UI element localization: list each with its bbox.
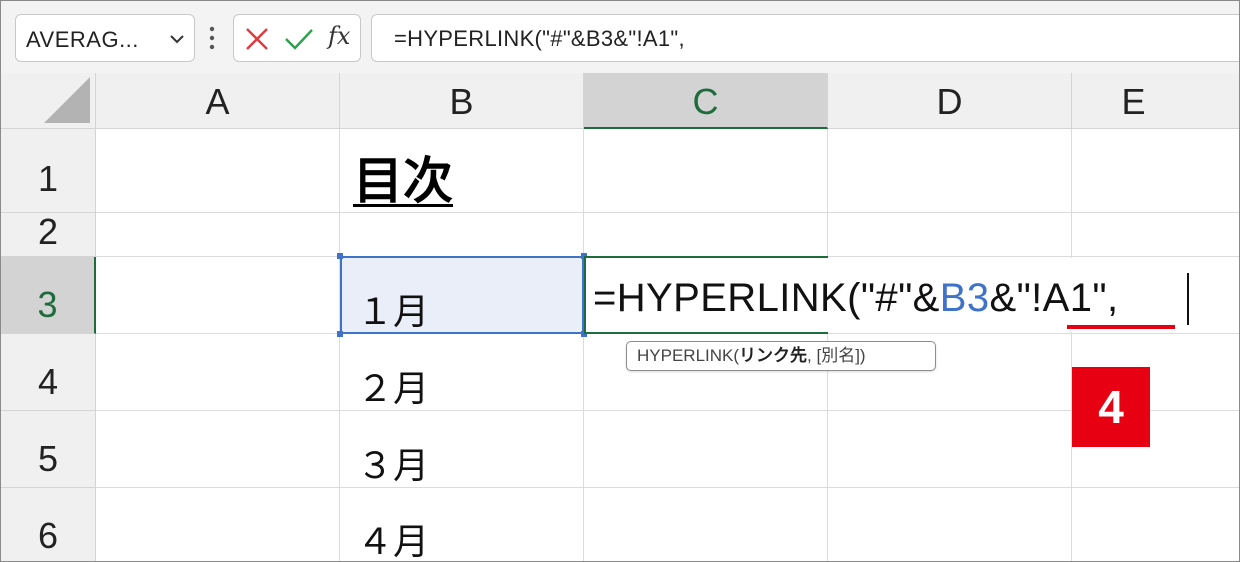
cell-d1[interactable] (828, 129, 1072, 213)
name-box[interactable]: AVERAG... (15, 14, 195, 62)
row-header-1[interactable]: 1 (1, 129, 96, 213)
annotation-underline (1067, 325, 1175, 329)
in-cell-formula-part1: =HYPERLINK("#"& (593, 276, 940, 320)
function-argument-tooltip[interactable]: HYPERLINK(リンク先, [別名]) (626, 341, 936, 371)
formula-text: =HYPERLINK("#"&B3&"!A1", (394, 26, 685, 51)
cell-b3-value: １月 (357, 292, 430, 333)
tooltip-rest: , [別名]) (807, 346, 866, 365)
row-header-4[interactable]: 4 (1, 334, 96, 411)
cell-d2[interactable] (828, 213, 1072, 257)
cell-e1[interactable] (1072, 129, 1239, 213)
cell-d5[interactable] (828, 411, 1072, 488)
formula-bar: AVERAG... fx =HYPERLINK("#"&B3&"!A1", (1, 1, 1239, 73)
in-cell-formula-part2: &"!A1", (989, 276, 1119, 320)
cell-b4-value: ２月 (357, 369, 430, 410)
cell-a3[interactable] (96, 257, 340, 334)
name-box-value: AVERAG... (26, 27, 139, 52)
enter-check-icon[interactable] (284, 26, 314, 52)
column-header-c[interactable]: C (584, 73, 828, 129)
row-header-5[interactable]: 5 (1, 411, 96, 488)
in-cell-formula-ref: B3 (939, 276, 990, 320)
cell-c6[interactable] (584, 488, 828, 561)
column-header-b[interactable]: B (340, 73, 584, 129)
cell-a4[interactable] (96, 334, 340, 411)
column-header-a[interactable]: A (96, 73, 340, 129)
cell-c5[interactable] (584, 411, 828, 488)
cell-b6-value: ４月 (357, 522, 430, 562)
cell-e6[interactable] (1072, 488, 1239, 561)
formula-buttons: fx (233, 14, 361, 62)
cell-a2[interactable] (96, 213, 340, 257)
chevron-down-icon[interactable] (168, 30, 186, 48)
more-options-icon[interactable] (208, 23, 216, 53)
excel-window: AVERAG... fx =HYPERLINK("#"&B3&"!A1", A … (0, 0, 1240, 562)
cell-c2[interactable] (584, 213, 828, 257)
row-header-3[interactable]: 3 (1, 257, 96, 334)
text-caret (1187, 273, 1189, 325)
cell-b2[interactable] (340, 213, 584, 257)
cell-d6[interactable] (828, 488, 1072, 561)
ref-handle-bottom-left[interactable] (337, 331, 343, 337)
formula-input[interactable]: =HYPERLINK("#"&B3&"!A1", (371, 14, 1239, 62)
cell-a5[interactable] (96, 411, 340, 488)
toc-title: 目次 (353, 152, 453, 210)
cell-a1[interactable] (96, 129, 340, 213)
tooltip-current-arg: リンク先 (739, 346, 808, 365)
step-number-badge: 4 (1072, 367, 1150, 447)
tooltip-func: HYPERLINK( (637, 346, 740, 365)
column-header-d[interactable]: D (828, 73, 1072, 129)
cancel-icon[interactable] (244, 26, 270, 52)
cell-a6[interactable] (96, 488, 340, 561)
row-header-2[interactable]: 2 (1, 213, 96, 257)
insert-function-icon[interactable]: fx (328, 22, 350, 50)
cell-c1[interactable] (584, 129, 828, 213)
cell-b5-value: ３月 (357, 446, 430, 487)
column-header-e[interactable]: E (1072, 73, 1239, 129)
in-cell-formula[interactable]: =HYPERLINK("#"&B3&"!A1", (593, 276, 1119, 321)
cell-e2[interactable] (1072, 213, 1239, 257)
row-header-6[interactable]: 6 (1, 488, 96, 561)
ref-handle-top-left[interactable] (337, 253, 343, 259)
select-all-corner[interactable] (1, 73, 96, 129)
select-all-triangle-icon (44, 77, 90, 123)
